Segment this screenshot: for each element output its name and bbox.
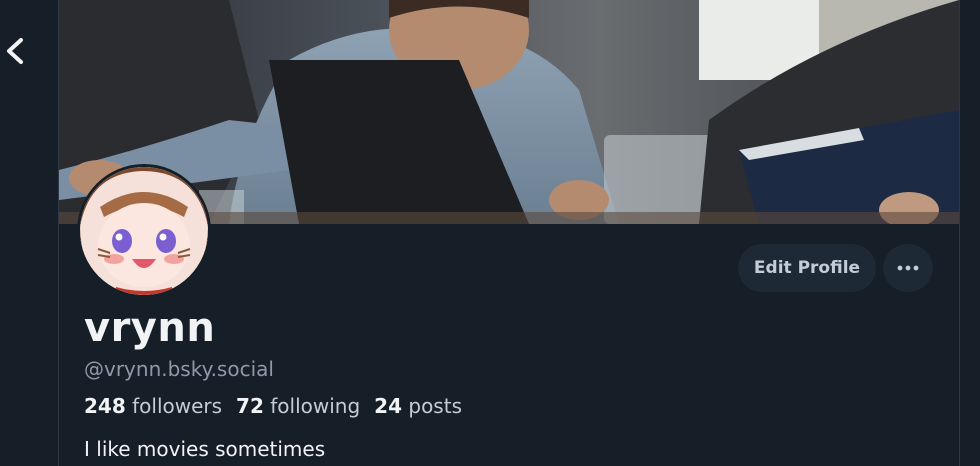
user-handle: @vrynn.bsky.social bbox=[84, 357, 274, 381]
profile-bio: I like movies sometimes bbox=[84, 437, 326, 461]
more-options-button[interactable] bbox=[883, 244, 933, 292]
left-gutter bbox=[0, 0, 58, 466]
followers-stat[interactable]: 248 followers bbox=[84, 394, 222, 418]
ellipsis-horizontal-icon bbox=[897, 265, 919, 271]
posts-label: posts bbox=[408, 394, 462, 418]
chevron-left-icon bbox=[7, 38, 23, 64]
profile-column: Edit Profile vrynn @vrynn.bsky.social 24… bbox=[58, 0, 960, 466]
display-name: vrynn bbox=[84, 305, 216, 351]
followers-label: followers bbox=[132, 394, 223, 418]
following-label: following bbox=[270, 394, 361, 418]
back-button[interactable] bbox=[0, 34, 30, 68]
profile-stats: 248 followers 72 following 24 posts bbox=[84, 394, 462, 418]
following-count: 72 bbox=[236, 394, 264, 418]
profile-avatar[interactable] bbox=[77, 164, 211, 298]
edit-profile-button[interactable]: Edit Profile bbox=[738, 244, 876, 292]
posts-count: 24 bbox=[374, 394, 403, 418]
avatar-image bbox=[80, 167, 208, 295]
followers-count: 248 bbox=[84, 394, 126, 418]
following-stat[interactable]: 72 following bbox=[236, 394, 360, 418]
posts-stat: 24 posts bbox=[374, 394, 462, 418]
